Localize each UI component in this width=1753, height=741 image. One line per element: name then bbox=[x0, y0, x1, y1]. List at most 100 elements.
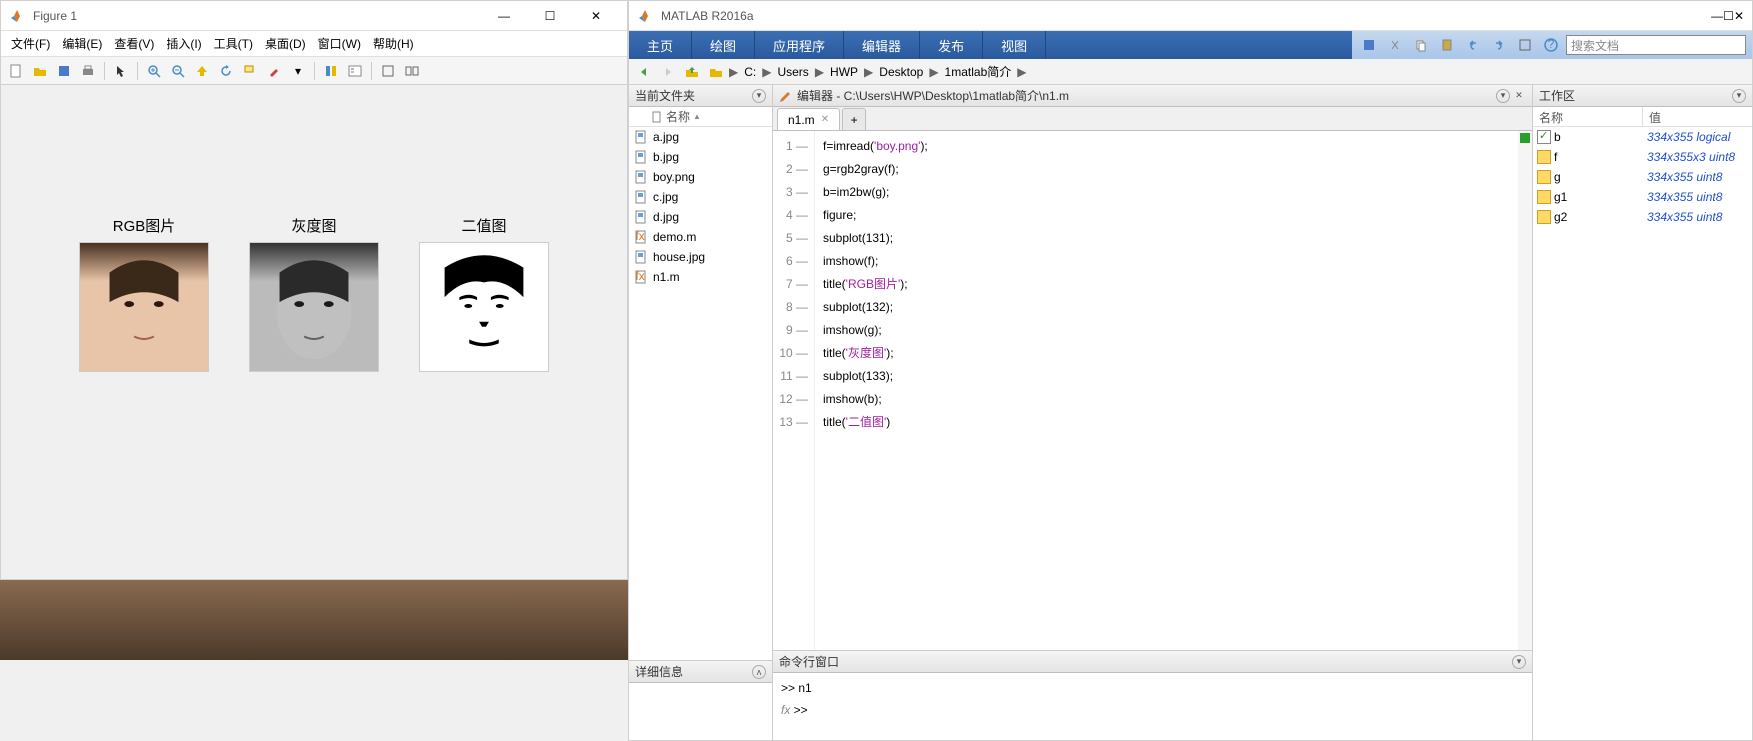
dock1-icon[interactable] bbox=[377, 60, 399, 82]
copy-icon[interactable] bbox=[1410, 34, 1432, 56]
file-list-header[interactable]: 名称 ▲ bbox=[629, 107, 772, 127]
breadcrumb[interactable]: ▶C:▶Users▶HWP▶Desktop▶1matlab简介▶ bbox=[729, 61, 1026, 82]
panel-collapse-icon[interactable]: ʌ bbox=[752, 665, 766, 679]
code-line[interactable]: title('二值图') bbox=[823, 411, 928, 434]
code-line[interactable]: b=im2bw(g); bbox=[823, 181, 928, 204]
code-status-strip[interactable] bbox=[1518, 131, 1532, 650]
toolstrip-tab[interactable]: 绘图 bbox=[692, 31, 755, 59]
close-button[interactable]: ✕ bbox=[1734, 9, 1744, 23]
menu-item[interactable]: 文件(F) bbox=[5, 32, 56, 55]
editor-tab[interactable]: n1.m ✕ bbox=[777, 108, 840, 130]
code-line[interactable]: subplot(132); bbox=[823, 296, 928, 319]
matlab-titlebar[interactable]: MATLAB R2016a — ☐ ✕ bbox=[629, 1, 1752, 31]
toolstrip-tab[interactable]: 主页 bbox=[629, 31, 692, 59]
panel-header[interactable]: 命令行窗口 ▾ bbox=[773, 651, 1532, 673]
pan-icon[interactable] bbox=[191, 60, 213, 82]
file-row[interactable]: c.jpg bbox=[629, 187, 772, 207]
panel-header[interactable]: 工作区 ▾ bbox=[1533, 85, 1752, 107]
back-button[interactable] bbox=[633, 61, 655, 83]
file-row[interactable]: a.jpg bbox=[629, 127, 772, 147]
file-row[interactable]: d.jpg bbox=[629, 207, 772, 227]
file-row[interactable]: fxdemo.m bbox=[629, 227, 772, 247]
zoom-out-icon[interactable] bbox=[167, 60, 189, 82]
close-button[interactable]: ✕ bbox=[573, 1, 619, 31]
file-row[interactable]: boy.png bbox=[629, 167, 772, 187]
save-icon[interactable] bbox=[1358, 34, 1380, 56]
browse-icon[interactable] bbox=[705, 61, 727, 83]
code-line[interactable]: g=rgb2gray(f); bbox=[823, 158, 928, 181]
open-icon[interactable] bbox=[29, 60, 51, 82]
code-line[interactable]: title('灰度图'); bbox=[823, 342, 928, 365]
toolstrip-tab[interactable]: 应用程序 bbox=[755, 31, 844, 59]
code-editor[interactable]: 1 —2 —3 —4 —5 —6 —7 —8 —9 —10 —11 —12 —1… bbox=[773, 131, 1532, 650]
minimize-button[interactable]: — bbox=[481, 1, 527, 31]
editor-header[interactable]: 编辑器 - C:\Users\HWP\Desktop\1matlab简介\n1.… bbox=[773, 85, 1532, 107]
name-column[interactable]: 名称 bbox=[1533, 107, 1643, 126]
code-line[interactable]: imshow(f); bbox=[823, 250, 928, 273]
command-line[interactable]: >> n1 bbox=[781, 677, 1524, 699]
menu-item[interactable]: 桌面(D) bbox=[259, 32, 312, 55]
command-input-area[interactable]: >> n1fx >> bbox=[773, 673, 1532, 740]
paste-icon[interactable] bbox=[1436, 34, 1458, 56]
code-line[interactable]: subplot(131); bbox=[823, 227, 928, 250]
file-row[interactable]: b.jpg bbox=[629, 147, 772, 167]
code-content[interactable]: f=imread('boy.png');g=rgb2gray(f);b=im2b… bbox=[815, 131, 936, 650]
forward-button[interactable] bbox=[657, 61, 679, 83]
workspace-variable[interactable]: f334x355x3 uint8 bbox=[1533, 147, 1752, 167]
value-column[interactable]: 值 bbox=[1643, 107, 1667, 126]
switch-icon[interactable] bbox=[1514, 34, 1536, 56]
tab-close-icon[interactable]: ✕ bbox=[821, 114, 829, 125]
link-icon[interactable]: ▾ bbox=[287, 60, 309, 82]
toolstrip-tab[interactable]: 视图 bbox=[983, 31, 1046, 59]
code-line[interactable]: imshow(b); bbox=[823, 388, 928, 411]
menu-item[interactable]: 插入(I) bbox=[160, 32, 207, 55]
redo-icon[interactable] bbox=[1488, 34, 1510, 56]
zoom-in-icon[interactable] bbox=[143, 60, 165, 82]
path-segment[interactable]: Desktop bbox=[875, 63, 927, 81]
workspace-variable[interactable]: g1334x355 uint8 bbox=[1533, 187, 1752, 207]
brush-icon[interactable] bbox=[263, 60, 285, 82]
toolstrip-tab[interactable]: 发布 bbox=[920, 31, 983, 59]
path-segment[interactable]: 1matlab简介 bbox=[941, 61, 1016, 82]
workspace-variable[interactable]: b334x355 logical bbox=[1533, 127, 1752, 147]
panel-close-icon[interactable]: ✕ bbox=[1512, 89, 1526, 103]
file-row[interactable]: fxn1.m bbox=[629, 267, 772, 287]
code-line[interactable]: title('RGB图片'); bbox=[823, 273, 928, 296]
colorbar-icon[interactable] bbox=[320, 60, 342, 82]
toolstrip-tab[interactable]: 编辑器 bbox=[844, 31, 920, 59]
panel-menu-icon[interactable]: ▾ bbox=[1732, 89, 1746, 103]
pointer-icon[interactable] bbox=[110, 60, 132, 82]
menu-item[interactable]: 窗口(W) bbox=[312, 32, 367, 55]
file-row[interactable]: house.jpg bbox=[629, 247, 772, 267]
add-tab-button[interactable]: + bbox=[842, 108, 866, 130]
panel-menu-icon[interactable]: ▾ bbox=[1496, 89, 1510, 103]
command-line[interactable]: fx >> bbox=[781, 699, 1524, 721]
menu-item[interactable]: 查看(V) bbox=[108, 32, 160, 55]
new-icon[interactable] bbox=[5, 60, 27, 82]
panel-header[interactable]: 详细信息 ʌ bbox=[629, 661, 772, 683]
code-line[interactable]: subplot(133); bbox=[823, 365, 928, 388]
rotate-icon[interactable] bbox=[215, 60, 237, 82]
figure-titlebar[interactable]: Figure 1 — ☐ ✕ bbox=[1, 1, 627, 31]
workspace-variable[interactable]: g2334x355 uint8 bbox=[1533, 207, 1752, 227]
maximize-button[interactable]: ☐ bbox=[527, 1, 573, 31]
undo-icon[interactable] bbox=[1462, 34, 1484, 56]
code-line[interactable]: imshow(g); bbox=[823, 319, 928, 342]
path-segment[interactable]: C: bbox=[740, 63, 760, 81]
help-icon[interactable]: ? bbox=[1540, 34, 1562, 56]
menu-item[interactable]: 工具(T) bbox=[208, 32, 259, 55]
legend-icon[interactable] bbox=[344, 60, 366, 82]
workspace-list[interactable]: b334x355 logicalf334x355x3 uint8g334x355… bbox=[1533, 127, 1752, 740]
path-segment[interactable]: HWP bbox=[826, 63, 862, 81]
file-list[interactable]: a.jpgb.jpgboy.pngc.jpgd.jpgfxdemo.mhouse… bbox=[629, 127, 772, 660]
path-segment[interactable]: Users bbox=[773, 63, 812, 81]
print-icon[interactable] bbox=[77, 60, 99, 82]
workspace-variable[interactable]: g334x355 uint8 bbox=[1533, 167, 1752, 187]
dock2-icon[interactable] bbox=[401, 60, 423, 82]
cut-icon[interactable] bbox=[1384, 34, 1406, 56]
panel-menu-icon[interactable]: ▾ bbox=[752, 89, 766, 103]
save-icon[interactable] bbox=[53, 60, 75, 82]
panel-menu-icon[interactable]: ▾ bbox=[1512, 655, 1526, 669]
menu-item[interactable]: 帮助(H) bbox=[367, 32, 420, 55]
maximize-button[interactable]: ☐ bbox=[1723, 9, 1734, 23]
